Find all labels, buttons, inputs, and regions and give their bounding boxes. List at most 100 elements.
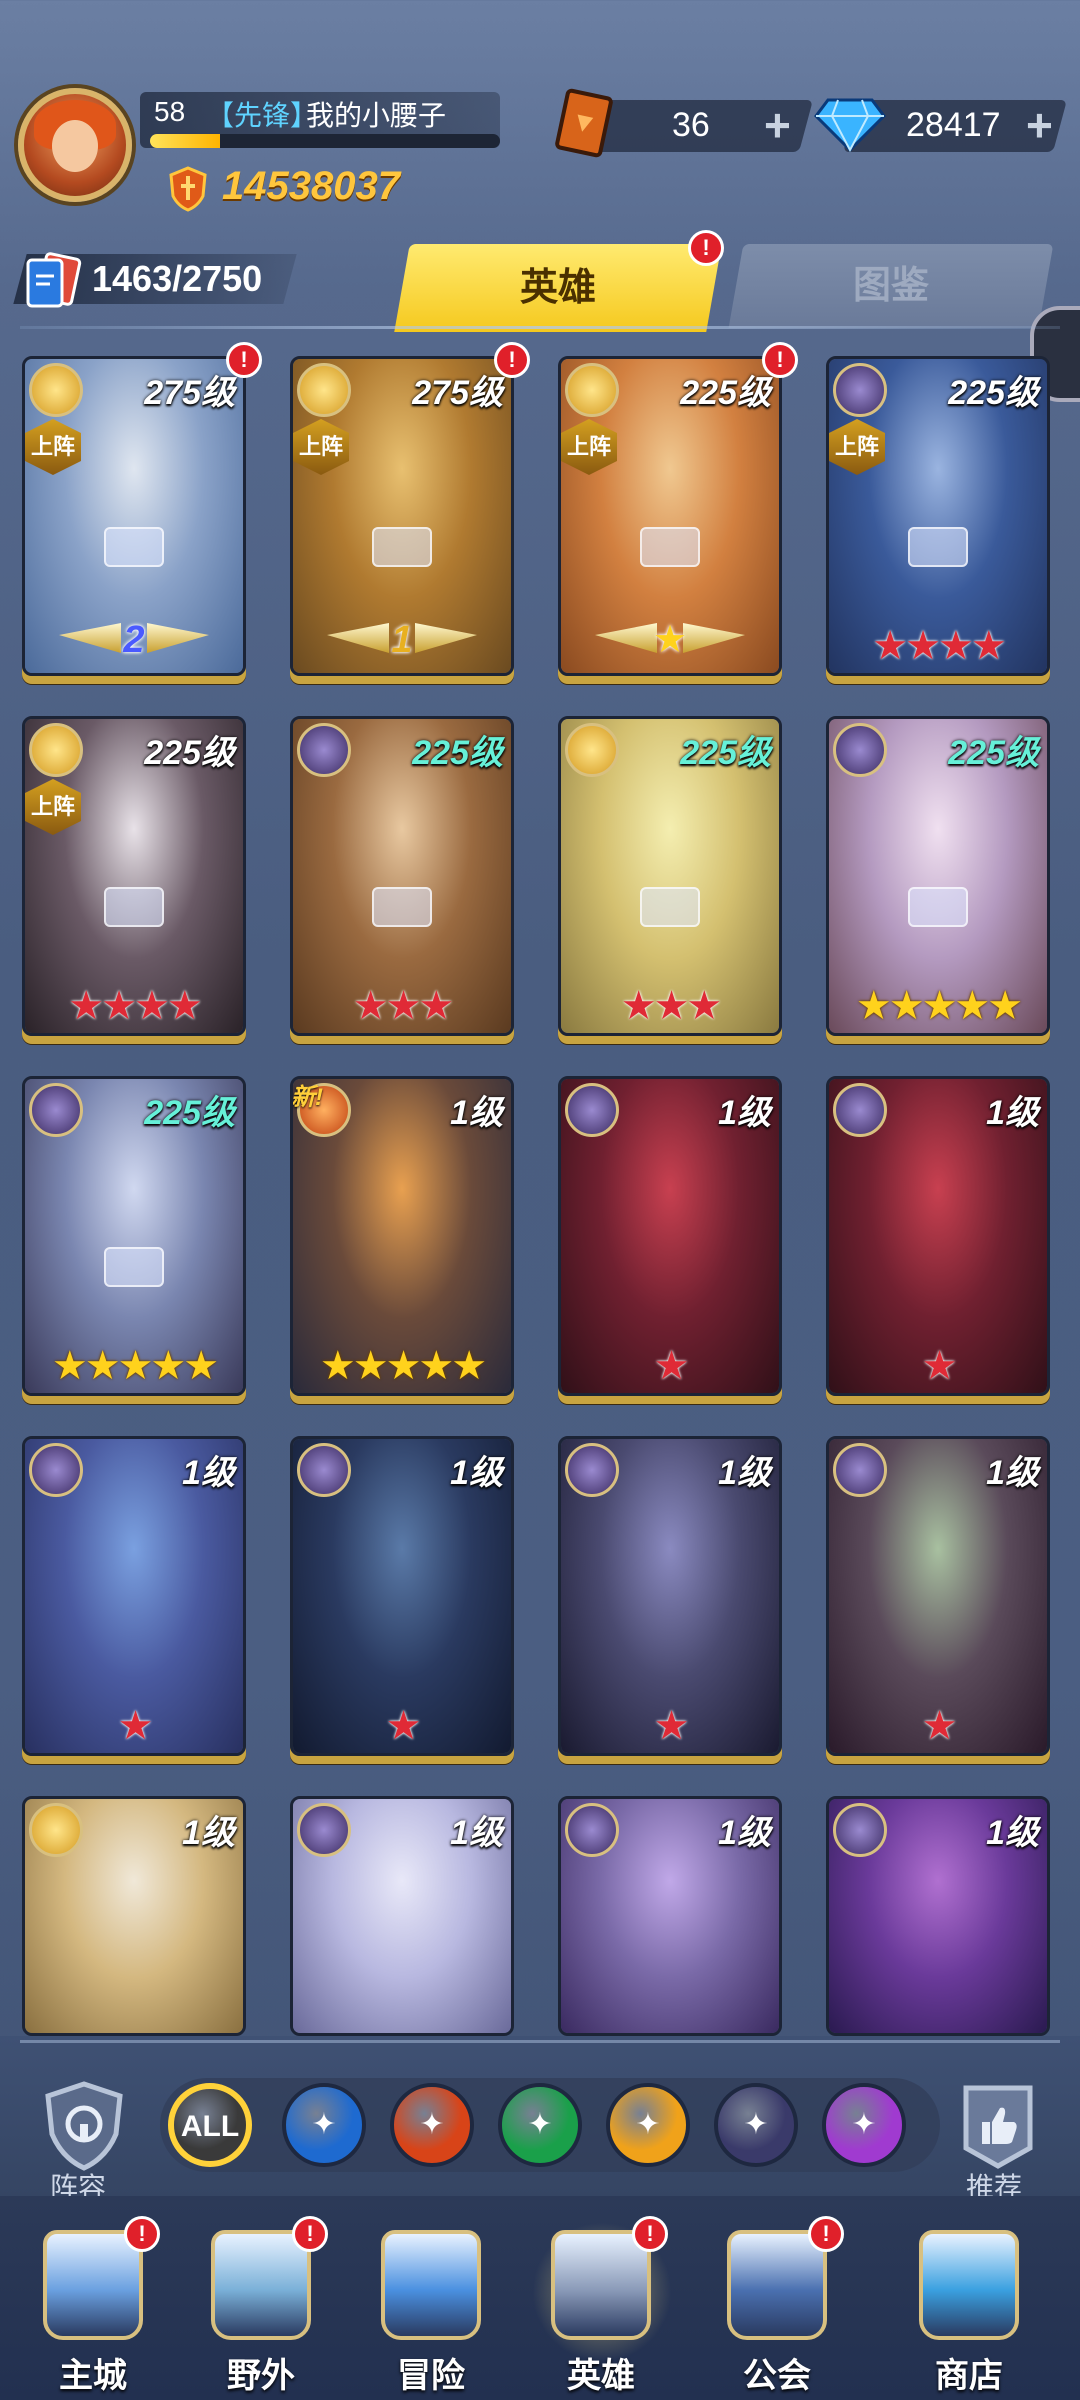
class-emblem bbox=[640, 527, 700, 568]
hero-card[interactable]: 225级 上阵 ★ bbox=[558, 356, 782, 676]
star-rating: ★★★★ bbox=[68, 984, 202, 1028]
nav-item-4[interactable]: 公会! bbox=[712, 2216, 844, 2395]
nav-item-0[interactable]: 主城! bbox=[28, 2216, 160, 2395]
hero-card[interactable]: 275级 上阵 1 bbox=[290, 356, 514, 676]
nav-label: 主城 bbox=[59, 2357, 127, 2395]
rank-number: 2 bbox=[123, 619, 145, 661]
add-diamonds-button[interactable]: + bbox=[1026, 102, 1053, 148]
nav-item-5[interactable]: 商店 bbox=[904, 2230, 1034, 2395]
tab-heroes[interactable]: 英雄 bbox=[394, 244, 722, 332]
faction-icon bbox=[29, 363, 83, 417]
xp-bar bbox=[150, 134, 500, 148]
hero-card[interactable]: 1级 ★ bbox=[290, 1436, 514, 1756]
shield-icon bbox=[45, 2081, 123, 2171]
star-rating: ★★★★ bbox=[872, 624, 1006, 668]
hero-level: 225级 bbox=[680, 374, 771, 412]
diamond-count: 28417 bbox=[906, 106, 1001, 144]
hero-card[interactable]: 1级 bbox=[22, 1796, 246, 2036]
faction-icon bbox=[297, 1443, 351, 1497]
hero-card[interactable]: 1级 ★ bbox=[826, 1076, 1050, 1396]
star-rating: ★ bbox=[921, 1344, 958, 1388]
nav-icon bbox=[551, 2230, 651, 2340]
player-name: 我的小腰子 bbox=[306, 100, 447, 131]
xp-bar-fill bbox=[150, 134, 220, 148]
nav-label: 野外 bbox=[227, 2357, 295, 2395]
hero-card[interactable]: 1级 新! ★★★★★ bbox=[290, 1076, 514, 1396]
star-rating: ★★★ bbox=[352, 984, 455, 1028]
filter-water-icon[interactable]: ✦ bbox=[282, 2083, 366, 2167]
filter-light-icon[interactable]: ✦ bbox=[606, 2083, 690, 2167]
class-emblem bbox=[908, 887, 968, 928]
nav-item-1[interactable]: 野外! bbox=[196, 2216, 328, 2395]
hero-card[interactable]: 1级 bbox=[290, 1796, 514, 2036]
star-rating: ★★★★★ bbox=[319, 1344, 487, 1388]
filter-fire-icon[interactable]: ✦ bbox=[390, 2083, 474, 2167]
hero-card[interactable]: 1级 bbox=[558, 1796, 782, 2036]
filter-all-icon[interactable]: ALL bbox=[168, 2083, 252, 2167]
filter-wind-icon[interactable]: ✦ bbox=[498, 2083, 582, 2167]
hero-card[interactable]: 225级 ★★★ bbox=[558, 716, 782, 1036]
hero-card[interactable]: 225级 上阵 ★★★★ bbox=[826, 356, 1050, 676]
hero-level: 1级 bbox=[450, 1094, 503, 1132]
filter-arcane-icon[interactable]: ✦ bbox=[822, 2083, 906, 2167]
hero-card[interactable]: 1级 bbox=[826, 1796, 1050, 2036]
avatar-face bbox=[52, 120, 98, 172]
nav-alert-badge: ! bbox=[808, 2216, 844, 2252]
rank-number: 1 bbox=[391, 619, 413, 661]
faction-icon bbox=[833, 1443, 887, 1497]
class-emblem bbox=[372, 527, 432, 568]
diamond-icon bbox=[814, 98, 886, 153]
thumbs-up-icon bbox=[963, 2085, 1033, 2169]
faction-icon bbox=[29, 1083, 83, 1137]
star-rating: ★ bbox=[921, 1704, 958, 1748]
power-icon bbox=[169, 166, 207, 212]
alert-badge: ! bbox=[762, 342, 798, 378]
hero-card[interactable]: 1级 ★ bbox=[558, 1076, 782, 1396]
hero-level: 1级 bbox=[450, 1814, 503, 1852]
hero-level: 1级 bbox=[986, 1454, 1039, 1492]
hero-card[interactable]: 225级 ★★★★★ bbox=[22, 1076, 246, 1396]
faction-icon bbox=[565, 1083, 619, 1137]
hero-level: 1级 bbox=[986, 1814, 1039, 1852]
tab-codex[interactable]: 图鉴 bbox=[728, 244, 1054, 328]
faction-icon bbox=[297, 363, 351, 417]
nav-label: 商店 bbox=[935, 2357, 1003, 2395]
nav-item-3[interactable]: 英雄! bbox=[532, 2216, 672, 2395]
faction-icon bbox=[297, 723, 351, 777]
faction-icon bbox=[297, 1803, 351, 1857]
rank-badge: 2 bbox=[59, 615, 209, 665]
faction-icon bbox=[29, 1803, 83, 1857]
hero-card[interactable]: 1级 ★ bbox=[22, 1436, 246, 1756]
hero-card[interactable]: 225级 上阵 ★★★★ bbox=[22, 716, 246, 1036]
recommend-button[interactable] bbox=[950, 2078, 1046, 2174]
hero-level: 1级 bbox=[182, 1454, 235, 1492]
faction-icon bbox=[833, 363, 887, 417]
faction-icon bbox=[29, 723, 83, 777]
nav-item-2[interactable]: 冒险 bbox=[366, 2230, 496, 2395]
add-tickets-button[interactable]: + bbox=[764, 102, 791, 148]
star-rating: ★ bbox=[385, 1704, 422, 1748]
tab-codex-label: 图鉴 bbox=[852, 265, 929, 307]
tabs-divider bbox=[20, 326, 1060, 329]
faction-icon bbox=[29, 1443, 83, 1497]
hero-card[interactable]: 225级 ★★★ bbox=[290, 716, 514, 1036]
filter-dark-icon[interactable]: ✦ bbox=[714, 2083, 798, 2167]
hero-level: 275级 bbox=[412, 374, 503, 412]
nav-alert-badge: ! bbox=[124, 2216, 160, 2252]
hero-card[interactable]: 225级 ★★★★★ bbox=[826, 716, 1050, 1036]
cards-icon bbox=[26, 252, 82, 308]
rank-badge: ★ bbox=[595, 615, 745, 665]
nav-alert-badge: ! bbox=[632, 2216, 668, 2252]
alert-badge: ! bbox=[226, 342, 262, 378]
hero-level: 1级 bbox=[986, 1094, 1039, 1132]
nav-icon bbox=[381, 2230, 481, 2340]
player-avatar[interactable] bbox=[18, 88, 132, 202]
faction-icon bbox=[565, 363, 619, 417]
hero-card[interactable]: 1级 ★ bbox=[558, 1436, 782, 1756]
filter-divider bbox=[20, 2040, 1060, 2043]
lineup-button[interactable] bbox=[36, 2078, 132, 2174]
alert-badge: ! bbox=[494, 342, 530, 378]
hero-card[interactable]: 275级 上阵 2 bbox=[22, 356, 246, 676]
hero-card[interactable]: 1级 ★ bbox=[826, 1436, 1050, 1756]
rank-badge: 1 bbox=[327, 615, 477, 665]
